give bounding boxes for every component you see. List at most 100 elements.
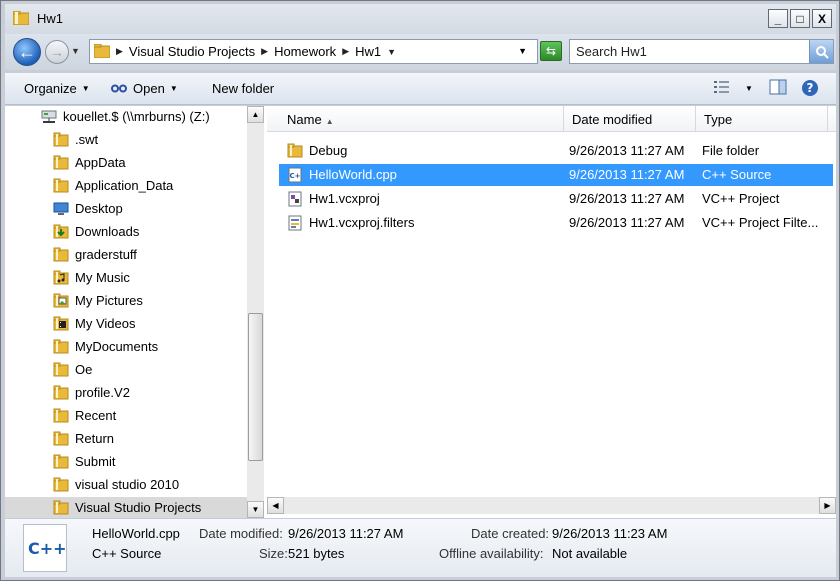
help-button[interactable]: ? [801, 79, 819, 100]
view-list-icon [714, 81, 729, 93]
sidebar-item[interactable]: Application_Data [5, 175, 247, 197]
date-modified-label: Date modified: [199, 526, 283, 541]
chevron-down-icon: ▼ [81, 84, 90, 93]
explorer-window: Hw1 _ □ X ← → ▼ ▶ Visual Studio Projects… [0, 0, 840, 581]
file-name: Hw1.vcxproj [309, 191, 380, 206]
search-input[interactable]: Search Hw1 [576, 44, 647, 59]
scrollbar-thumb[interactable] [248, 313, 263, 461]
search-icon[interactable] [809, 40, 833, 63]
breadcrumb-item[interactable]: Homework [274, 44, 336, 59]
sidebar-item[interactable]: Oe [5, 359, 247, 381]
folder-icon [53, 454, 69, 469]
sidebar-item[interactable]: .swt [5, 129, 247, 151]
sidebar-item[interactable]: Submit [5, 451, 247, 473]
sidebar-scrollbar[interactable]: ▲ ▼ [247, 106, 264, 518]
file-list-scrollbar[interactable]: ◀ ▶ [267, 497, 836, 514]
folder-icon [53, 155, 69, 170]
open-button[interactable]: Open ▼ [111, 81, 178, 96]
recent-pages-dropdown[interactable]: ▼ [71, 46, 80, 56]
new-folder-button[interactable]: New folder [212, 81, 274, 96]
sidebar-item[interactable]: visual studio 2010 [5, 474, 247, 496]
folder-icon [53, 362, 69, 377]
file-date-modified: 9/26/2013 11:27 AM [569, 215, 685, 230]
folder-icon [13, 11, 29, 25]
search-box[interactable]: Search Hw1 [569, 39, 834, 64]
tree-item-network-drive[interactable]: kouellet.$ (\\mrburns) (Z:) [5, 106, 247, 128]
sidebar-item-label: Recent [75, 408, 117, 423]
cpp-file-icon: C++ [23, 524, 67, 572]
folder-icon [53, 339, 69, 354]
maximize-button[interactable]: □ [790, 9, 810, 28]
chevron-down-icon: ▼ [169, 84, 178, 93]
scroll-right-icon[interactable]: ▶ [819, 497, 836, 514]
chevron-icon[interactable]: ▶ [261, 46, 268, 57]
sidebar-item[interactable]: Visual Studio Projects [5, 497, 247, 518]
sidebar-item[interactable]: My Videos [5, 313, 247, 335]
column-name[interactable]: Name ▲ [279, 106, 564, 132]
title-bar: Hw1 _ □ X [5, 4, 836, 34]
scroll-down-icon[interactable]: ▼ [247, 501, 264, 518]
window-title: Hw1 [37, 11, 64, 26]
minimize-button[interactable]: _ [768, 9, 788, 28]
chevron-icon[interactable]: ▶ [342, 46, 349, 57]
sidebar-item[interactable]: graderstuff [5, 244, 247, 266]
close-button[interactable]: X [812, 9, 832, 28]
details-file-name: HelloWorld.cpp [92, 526, 180, 541]
refresh-button[interactable]: ⇆ [540, 41, 562, 61]
folder-icon [94, 44, 110, 58]
address-bar[interactable]: ▶ Visual Studio Projects ▶ Homework ▶ Hw… [89, 39, 538, 64]
sidebar-item[interactable]: Return [5, 428, 247, 450]
date-modified-value: 9/26/2013 11:27 AM [288, 526, 404, 541]
music-icon [53, 270, 69, 285]
sidebar-item[interactable]: Downloads [5, 221, 247, 243]
sidebar-item[interactable]: profile.V2 [5, 382, 247, 404]
size-value: 521 bytes [288, 546, 345, 561]
sidebar-item-label: visual studio 2010 [75, 477, 180, 492]
breadcrumb-item[interactable]: Hw1 [355, 44, 381, 59]
sidebar-item[interactable]: MyDocuments [5, 336, 247, 358]
file-name: HelloWorld.cpp [309, 167, 397, 182]
svg-text:?: ? [807, 81, 814, 95]
sidebar-item[interactable]: Recent [5, 405, 247, 427]
file-row[interactable]: Hw1.vcxproj.filters 9/26/2013 11:27 AM VC+… [279, 212, 833, 234]
file-row[interactable]: Hw1.vcxproj 9/26/2013 11:27 AM VC++ Projec… [279, 188, 833, 210]
sidebar-item[interactable]: AppData [5, 152, 247, 174]
chevron-icon[interactable]: ▶ [116, 46, 123, 57]
sidebar-item-label: profile.V2 [75, 385, 130, 400]
column-date-modified[interactable]: Date modified [564, 106, 696, 132]
offline-label: Offline availability: [439, 546, 544, 561]
folder-icon [53, 477, 69, 492]
forward-button[interactable]: → [45, 40, 69, 64]
sidebar-item-label: Downloads [75, 224, 140, 239]
view-options-button[interactable] [713, 79, 731, 98]
file-row[interactable]: Debug 9/26/2013 11:27 AM File folder [279, 140, 833, 162]
scroll-left-icon[interactable]: ◀ [267, 497, 284, 514]
view-dropdown-icon[interactable]: ▼ [745, 84, 753, 93]
sidebar-item[interactable]: Desktop [5, 198, 247, 220]
folder-icon [53, 431, 69, 446]
back-button[interactable]: ← [13, 38, 41, 66]
file-type: VC++ Project Filte... [702, 215, 819, 230]
breadcrumb: ▶ Visual Studio Projects ▶ Homework ▶ Hw… [116, 44, 396, 59]
sidebar-item-label: Application_Data [75, 178, 174, 193]
sidebar-item[interactable]: My Music [5, 267, 247, 289]
address-dropdown-icon[interactable]: ▼ [518, 46, 527, 56]
tree-item-label: kouellet.$ (\\mrburns) (Z:) [63, 109, 210, 124]
chevron-icon[interactable]: ▼ [387, 47, 396, 57]
organize-menu[interactable]: Organize ▼ [24, 81, 90, 96]
preview-pane-button[interactable] [769, 79, 787, 98]
sidebar-item-label: AppData [75, 155, 126, 170]
sidebar-item[interactable]: My Pictures [5, 290, 247, 312]
navigation-bar: ← → ▼ ▶ Visual Studio Projects ▶ Homewor… [5, 34, 836, 70]
file-date-modified: 9/26/2013 11:27 AM [569, 167, 685, 182]
file-row[interactable]: C+ HelloWorld.cpp 9/26/2013 11:27 AM C++ So… [279, 164, 833, 186]
column-name-label: Name [287, 112, 322, 127]
organize-label: Organize [24, 81, 77, 96]
breadcrumb-item[interactable]: Visual Studio Projects [129, 44, 255, 59]
pictures-icon [53, 293, 69, 308]
file-type: C++ Source [702, 167, 772, 182]
column-type[interactable]: Type [696, 106, 828, 132]
scroll-up-icon[interactable]: ▲ [247, 106, 264, 123]
column-date-label: Date modified [572, 112, 653, 127]
offline-value: Not available [552, 546, 628, 561]
